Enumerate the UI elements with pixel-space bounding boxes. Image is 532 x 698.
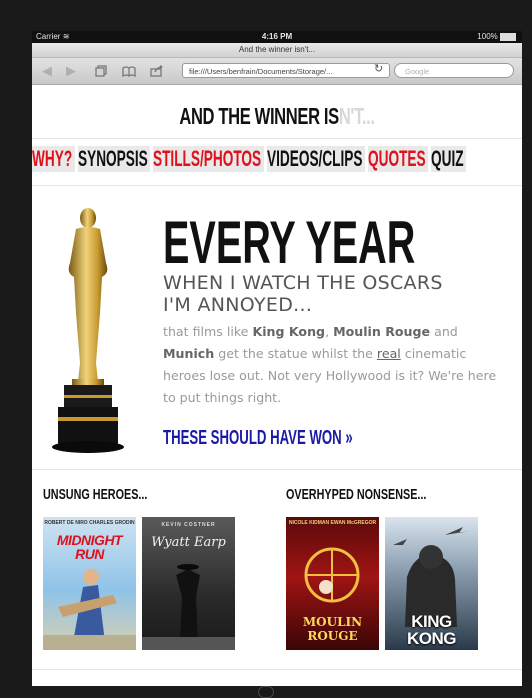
main-nav: WHY? SYNOPSIS STILLS/PHOTOS VIDEOS/CLIPS QUO… <box>32 145 522 173</box>
oscar-statue-image <box>52 208 124 453</box>
battery-indicator: 100% <box>477 31 516 43</box>
nav-label: QUIZ <box>431 146 464 171</box>
home-button[interactable] <box>258 686 274 698</box>
site-title[interactable]: AND THE WINNER ISN'T... <box>101 103 454 130</box>
forward-icon[interactable]: ▶ <box>62 63 80 79</box>
browser-toolbar: ◀ ▶ file:///Users/benfrain/Documents/Sto… <box>32 58 522 85</box>
film-moulin-rouge: Moulin Rouge <box>333 324 431 339</box>
status-bar: Carrier ≋ 4:16 PM 100% <box>32 31 522 43</box>
divider <box>32 669 522 670</box>
url-field[interactable]: file:///Users/benfrain/Documents/Storage… <box>182 63 390 78</box>
divider <box>32 138 522 139</box>
hero-subheading-line-1: WHEN I WATCH THE OSCARS <box>163 272 443 294</box>
divider <box>32 185 522 186</box>
nav-stills-photos[interactable]: STILLS/PHOTOS <box>153 146 264 172</box>
poster-king-kong[interactable]: KING KONG <box>385 517 478 650</box>
hero-text: that films like <box>163 324 253 339</box>
reload-icon[interactable]: ↻ <box>374 62 383 75</box>
hero-subheading-line-2: I'M ANNOYED... <box>163 294 313 316</box>
nav-quiz[interactable]: QUIZ <box>431 146 466 172</box>
nav-label: SYNOPSIS <box>78 146 148 171</box>
battery-icon <box>500 32 516 41</box>
site-title-faded: N'T... <box>338 103 375 129</box>
poster-wyatt-earp[interactable]: KEVIN COSTNER Wyatt Earp <box>142 517 235 650</box>
nav-label: VIDEOS/CLIPS <box>267 146 363 171</box>
ipad-frame: Carrier ≋ 4:16 PM 100% And the winner is… <box>0 0 532 698</box>
share-icon[interactable] <box>148 63 166 79</box>
unsung-heroes-heading: UNSUNG HEROES... <box>43 486 148 503</box>
poster-midnight-run[interactable]: ROBERT DE NIRO CHARLES GRODIN MIDNIGHT R… <box>43 517 136 650</box>
real-emphasis: real <box>376 346 401 361</box>
hero-text: and <box>430 324 458 339</box>
site-title-main: AND THE WINNER IS <box>179 103 339 129</box>
film-munich: Munich <box>163 346 215 361</box>
nav-videos-clips[interactable]: VIDEOS/CLIPS <box>267 146 365 172</box>
nav-synopsis[interactable]: SYNOPSIS <box>78 146 150 172</box>
these-should-have-won-link[interactable]: THESE SHOULD HAVE WON » <box>163 427 353 450</box>
overhyped-nonsense-heading: OVERHYPED NONSENSE... <box>286 486 427 503</box>
nav-quotes[interactable]: QUOTES <box>368 146 428 172</box>
bookmarks-icon[interactable] <box>120 63 138 79</box>
nav-label: STILLS/PHOTOS <box>153 146 262 171</box>
web-page: AND THE WINNER ISN'T... WHY? SYNOPSIS STIL… <box>32 85 522 686</box>
hero-text: get the statue whilst the <box>214 346 377 361</box>
search-field[interactable]: Google <box>394 63 514 78</box>
film-king-kong: King Kong <box>252 324 326 339</box>
ipad-screen: Carrier ≋ 4:16 PM 100% And the winner is… <box>32 31 522 686</box>
tabs-icon[interactable] <box>92 63 110 79</box>
browser-page-title: And the winner isn't... <box>32 43 522 58</box>
poster-title: KING KONG <box>407 612 457 648</box>
poster-art <box>142 564 235 650</box>
hero-subheading: WHEN I WATCH THE OSCARS I'M ANNOYED... <box>163 272 443 316</box>
back-icon[interactable]: ◀ <box>38 63 56 79</box>
divider <box>32 469 522 470</box>
hero-paragraph: that films like King Kong, Moulin Rouge … <box>163 321 508 409</box>
hero-heading: EVERY YEAR <box>163 209 416 276</box>
poster-art <box>43 569 136 650</box>
nav-label: QUOTES <box>368 146 426 171</box>
battery-percent: 100% <box>477 32 498 41</box>
clock: 4:16 PM <box>261 32 293 41</box>
poster-title: MOULIN ROUGE <box>302 615 363 643</box>
nav-label: WHY? <box>32 146 73 171</box>
poster-moulin-rouge[interactable]: NICOLE KIDMAN EWAN McGREGOR MOULIN ROUGE <box>286 517 379 650</box>
nav-why[interactable]: WHY? <box>32 146 75 172</box>
hero-text: , <box>325 324 334 339</box>
